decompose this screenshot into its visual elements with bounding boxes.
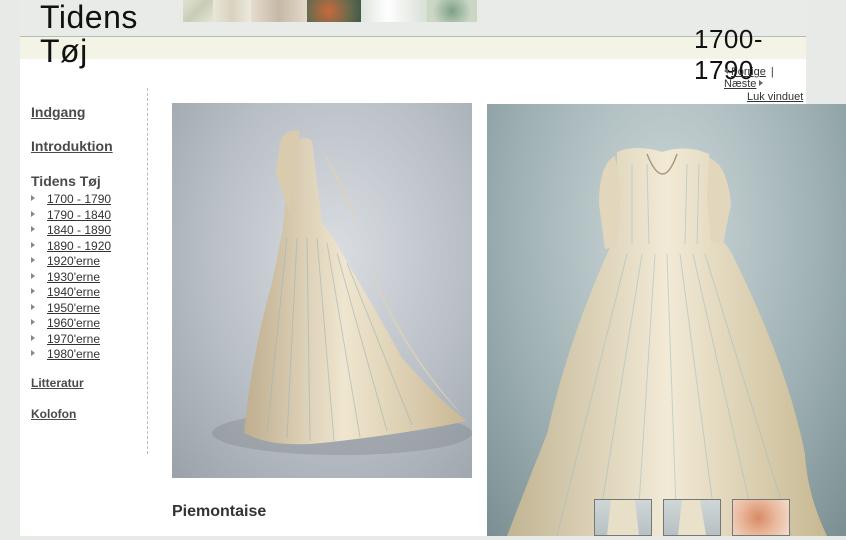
thumbnail-image[interactable] (594, 499, 652, 536)
sidebar-divider (147, 88, 148, 454)
sidebar-item-period[interactable]: 1950'erne (31, 301, 151, 317)
textile-swatch (213, 0, 251, 22)
caret-right-icon (31, 319, 35, 325)
caret-right-icon (31, 334, 35, 341)
sidebar-item-literature[interactable]: Litteratur (31, 376, 84, 390)
caret-right-icon (31, 303, 35, 310)
pager-separator: | (770, 66, 774, 78)
sidebar-period-label: 1930'erne (47, 269, 101, 284)
caret-right-icon (31, 210, 35, 217)
sidebar-period-label: 1840 - 1890 (47, 223, 112, 237)
logo-line-1: Tidens (40, 0, 138, 35)
thumbnail-image[interactable] (732, 499, 790, 536)
pager-nav: Forrige | Næste (724, 66, 806, 90)
next-link[interactable]: Næste (724, 78, 756, 90)
close-window-link[interactable]: Luk vinduet (747, 91, 803, 103)
textile-swatch (251, 0, 307, 22)
sidebar-item-introduction[interactable]: Introduktion (31, 138, 113, 154)
sidebar-period-label: 1950'erne (47, 300, 101, 315)
sidebar-item-period[interactable]: 1940'erne (31, 285, 151, 301)
caret-right-icon (31, 257, 35, 263)
site-logo[interactable]: Tidens Tøj (40, 0, 138, 68)
thumbnail-image[interactable] (663, 499, 721, 536)
dress-back-photo[interactable] (487, 104, 846, 536)
textile-swatch (361, 0, 427, 22)
caret-right-icon (31, 226, 35, 232)
textile-swatch (307, 0, 361, 22)
sidebar-period-label: 1980'erne (47, 347, 101, 361)
sidebar-item-period[interactable]: 1930'erne (31, 270, 151, 286)
sidebar-item-period[interactable]: 1960'erne (31, 316, 151, 332)
sidebar-period-label: 1790 - 1840 (47, 207, 112, 222)
next-arrow-icon (759, 80, 764, 86)
caret-right-icon (31, 350, 35, 356)
textile-swatch (427, 0, 477, 22)
sidebar-item-period[interactable]: 1700 - 1790 (31, 192, 151, 208)
dress-side-illustration (212, 130, 472, 455)
caret-right-icon (31, 272, 35, 279)
sidebar-period-label: 1970'erne (47, 331, 101, 346)
sidebar-item-colophon[interactable]: Kolofon (31, 407, 76, 421)
sidebar-item-period[interactable]: 1840 - 1890 (31, 223, 151, 239)
sidebar-period-list: 1700 - 1790 1790 - 1840 1840 - 1890 1890 - … (31, 192, 151, 363)
caret-right-icon (31, 288, 35, 294)
previous-arrow-icon (724, 68, 728, 74)
previous-link[interactable]: Forrige (731, 66, 766, 78)
sidebar-item-period[interactable]: 1790 - 1840 (31, 208, 151, 224)
sidebar-item-period[interactable]: 1980'erne (31, 347, 151, 363)
sidebar-period-label: 1940'erne (47, 285, 101, 299)
sidebar-item-period[interactable]: 1920'erne (31, 254, 151, 270)
caret-right-icon (31, 241, 35, 248)
sidebar-section-title: Tidens Tøj (31, 173, 101, 189)
sidebar-period-label: 1920'erne (47, 254, 101, 268)
thumbnail-dress-back (678, 500, 706, 535)
header-rule (20, 36, 806, 59)
dress-side-photo[interactable] (172, 103, 472, 478)
caret-right-icon (31, 195, 35, 201)
sidebar-period-label: 1700 - 1790 (47, 192, 112, 206)
sidebar-period-label: 1960'erne (47, 316, 101, 330)
dress-back-illustration (507, 148, 827, 536)
sidebar-period-label: 1890 - 1920 (47, 238, 112, 253)
textile-swatch (183, 0, 213, 22)
logo-line-2: Tøj (40, 33, 88, 69)
sidebar-item-period[interactable]: 1970'erne (31, 332, 151, 348)
sidebar-item-entrance[interactable]: Indgang (31, 104, 85, 120)
garment-caption: Piemontaise (172, 503, 267, 520)
thumbnail-dress-front (607, 500, 639, 535)
sidebar-item-period[interactable]: 1890 - 1920 (31, 239, 151, 255)
